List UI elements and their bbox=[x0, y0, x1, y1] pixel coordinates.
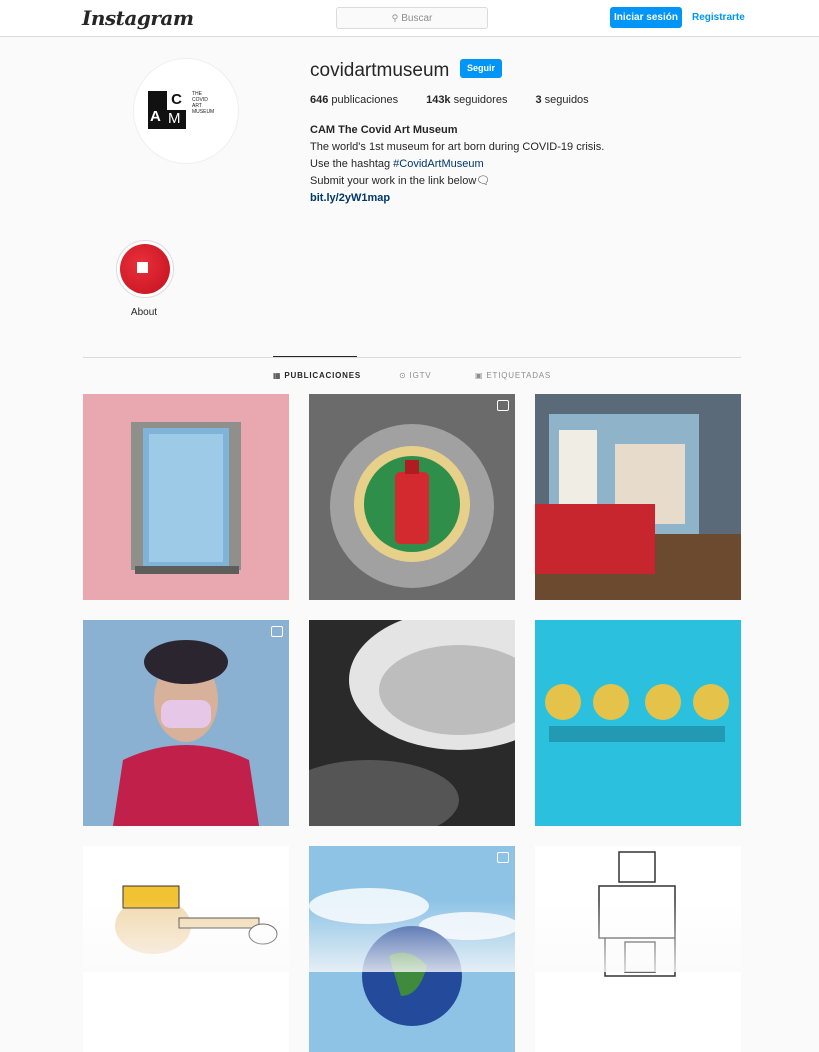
multi-photo-icon bbox=[497, 400, 509, 411]
search-placeholder: Buscar bbox=[401, 13, 433, 24]
avatar-text-line: MUSEUM bbox=[192, 109, 215, 115]
highlight-label: About bbox=[130, 307, 158, 318]
following-count: 3 bbox=[535, 94, 542, 106]
post-image-frida bbox=[113, 640, 259, 826]
tabs-divider bbox=[83, 357, 741, 358]
video-icon bbox=[497, 852, 509, 863]
grid-icon: ▦ bbox=[273, 371, 282, 380]
tab-publicaciones[interactable]: ▦ PUBLICACIONES bbox=[273, 371, 361, 380]
top-navigation-bar: Instagram ⚲ Buscar Iniciar sesión Registr… bbox=[0, 0, 819, 37]
logo-letter-c: C bbox=[167, 91, 186, 110]
post-tile[interactable] bbox=[535, 394, 741, 600]
followers-stat[interactable]: 143k seguidores bbox=[426, 94, 507, 106]
bio-line: The world's 1st museum for art born duri… bbox=[310, 141, 605, 153]
post-image-floor-plan bbox=[598, 851, 676, 977]
post-tile[interactable] bbox=[83, 620, 289, 826]
following-label: seguidos bbox=[544, 94, 589, 106]
posts-count: 646 bbox=[310, 94, 329, 106]
post-image-2020-faces bbox=[545, 684, 729, 742]
tagged-icon: ▣ bbox=[475, 371, 484, 380]
post-tile[interactable] bbox=[535, 620, 741, 826]
login-button[interactable]: Iniciar sesión bbox=[610, 7, 682, 28]
story-highlight-about[interactable] bbox=[116, 240, 174, 298]
post-image-pinocchio bbox=[115, 885, 278, 954]
profile-bio: CAM The Covid Art Museum The world's 1st… bbox=[310, 122, 670, 207]
tab-igtv[interactable]: ⊙ IGTV bbox=[399, 371, 431, 380]
posts-count-stat: 646 publicaciones bbox=[310, 94, 398, 106]
bio-external-link[interactable]: bit.ly/2yW1map bbox=[310, 190, 670, 207]
tab-label: ETIQUETADAS bbox=[486, 371, 552, 380]
post-tile[interactable] bbox=[535, 846, 741, 1052]
hashtag-link[interactable]: #CovidArtMuseum bbox=[393, 158, 483, 170]
instagram-logo[interactable]: Instagram bbox=[82, 6, 194, 30]
post-tile[interactable] bbox=[309, 846, 515, 1052]
igtv-icon: ⊙ bbox=[399, 371, 407, 380]
profile-username: covidartmuseum bbox=[310, 60, 450, 81]
tab-etiquetadas[interactable]: ▣ ETIQUETADAS bbox=[475, 371, 551, 380]
post-tile[interactable] bbox=[83, 394, 289, 600]
posts-label: publicaciones bbox=[331, 94, 399, 106]
avatar-museum-text: THE COVID ART MUSEUM bbox=[192, 91, 214, 115]
follow-button[interactable]: Seguir bbox=[460, 59, 502, 78]
cam-logo-icon bbox=[137, 262, 148, 273]
post-image-sanitizer-mosaic bbox=[330, 424, 494, 588]
logo-letter-m: M bbox=[168, 110, 181, 127]
bio-text: Use the hashtag bbox=[310, 158, 394, 170]
video-icon bbox=[271, 626, 283, 637]
post-image-hat bbox=[309, 620, 515, 826]
search-input[interactable]: ⚲ Buscar bbox=[336, 7, 488, 29]
following-stat[interactable]: 3 seguidos bbox=[535, 94, 588, 106]
post-image-window-house bbox=[535, 414, 741, 600]
followers-count: 143k bbox=[426, 94, 451, 106]
profile-avatar[interactable]: A C M THE COVID ART MUSEUM bbox=[133, 58, 239, 164]
post-tile[interactable] bbox=[83, 846, 289, 1052]
post-image-mask-dispenser bbox=[131, 422, 241, 574]
cam-logo-icon: A C M bbox=[148, 91, 186, 129]
tab-label: PUBLICACIONES bbox=[284, 371, 362, 380]
signup-link[interactable]: Registrarte bbox=[692, 7, 745, 28]
post-tile[interactable] bbox=[309, 394, 515, 600]
followers-label: seguidores bbox=[453, 94, 508, 106]
highlight-cover bbox=[120, 244, 170, 294]
post-image-earth bbox=[309, 888, 515, 1026]
tab-label: IGTV bbox=[409, 371, 432, 380]
profile-full-name: CAM The Covid Art Museum bbox=[310, 124, 458, 136]
active-tab-indicator bbox=[273, 356, 357, 357]
logo-letter-a: A bbox=[150, 108, 161, 125]
profile-stats: 646 publicaciones 143k seguidores 3 segu… bbox=[310, 94, 589, 106]
search-icon: ⚲ bbox=[391, 13, 399, 23]
bio-line: Submit your work in the link below🗨 bbox=[310, 175, 491, 187]
post-tile[interactable] bbox=[309, 620, 515, 826]
bio-line-hashtag: Use the hashtag #CovidArtMuseum bbox=[310, 156, 670, 173]
